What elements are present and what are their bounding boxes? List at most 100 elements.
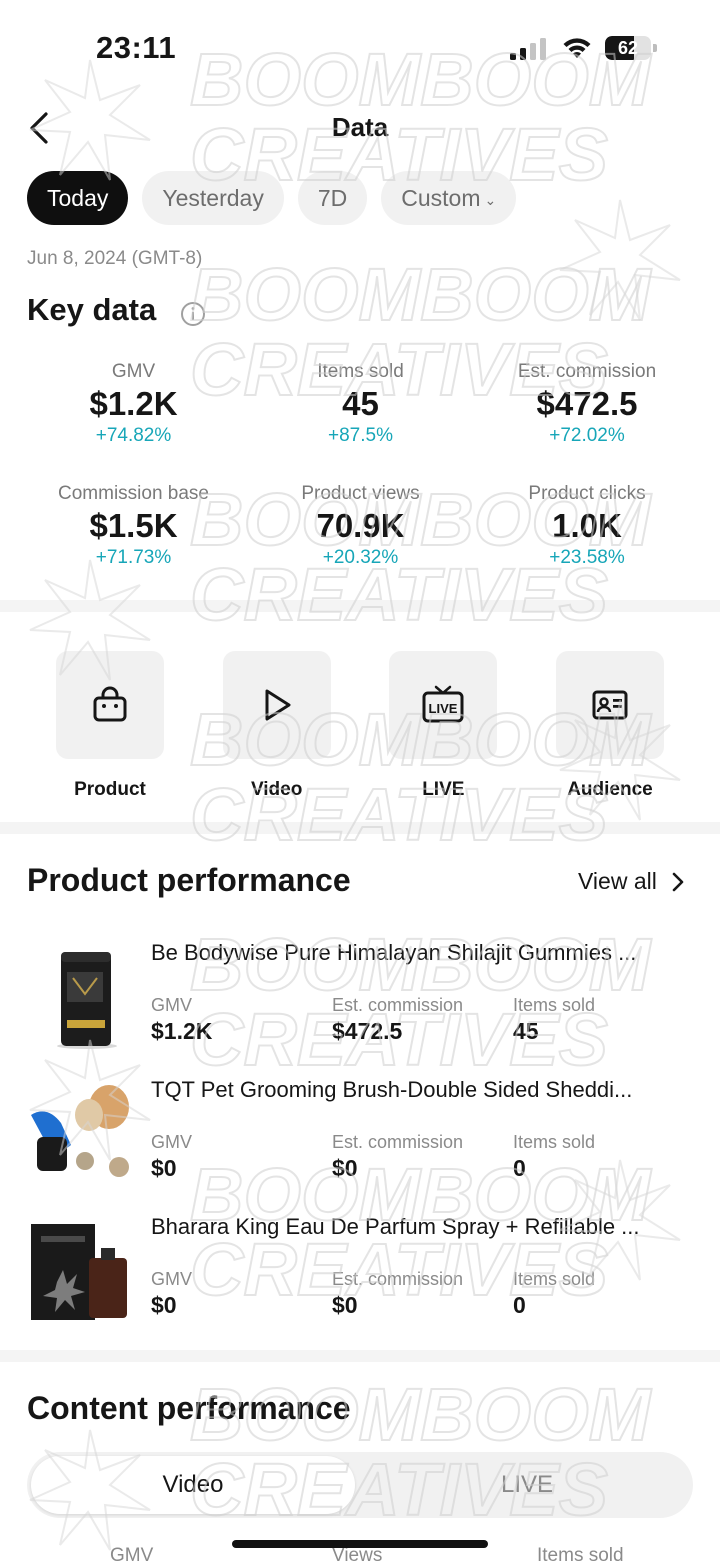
stat-value: $1.2K <box>151 1018 213 1044</box>
section-divider <box>0 1350 720 1362</box>
nav-video-label: Video <box>250 779 303 800</box>
metric-label: Product views <box>301 483 420 504</box>
tab-custom[interactable]: Custom ⌄ <box>381 171 517 225</box>
product-items-sold: Items sold 0 <box>513 1131 595 1183</box>
key-data-title: Key data <box>27 292 157 327</box>
metric-label: Product clicks <box>528 483 646 504</box>
product-items-sold: Items sold 45 <box>513 994 595 1046</box>
metric-value: 45 <box>342 385 379 422</box>
tab-today[interactable]: Today <box>27 171 129 225</box>
play-icon <box>265 689 291 721</box>
view-all-label: View all <box>578 868 657 894</box>
date-range-tabs: Today Yesterday 7D Custom ⌄ <box>27 171 517 225</box>
chevron-down-icon: ⌄ <box>484 191 497 208</box>
product-items-sold: Items sold 0 <box>513 1268 595 1320</box>
cellular-signal-icon <box>510 38 546 60</box>
nav-video[interactable]: Video <box>194 651 360 801</box>
product-commission: Est. commission $0 <box>332 1268 463 1320</box>
metric-commission-base[interactable]: Commission base $1.5K +71.73% <box>20 482 247 580</box>
live-tv-icon: LIVE <box>422 685 464 723</box>
metric-value: 70.9K <box>316 507 405 544</box>
tab-7d[interactable]: 7D <box>297 171 368 225</box>
product-name: TQT Pet Grooming Brush-Double Sided Shed… <box>151 1077 633 1102</box>
product-gmv: GMV $1.2K <box>151 994 212 1046</box>
nav-live-label: LIVE <box>422 779 465 800</box>
tab-7d-label: 7D <box>317 185 348 211</box>
metric-value: 1.0K <box>552 507 622 544</box>
stat-value: $0 <box>332 1155 358 1181</box>
column-gmv: GMV <box>110 1545 154 1561</box>
product-commission: Est. commission $0 <box>332 1131 463 1183</box>
id-card-icon <box>592 690 628 720</box>
metric-gmv[interactable]: GMV $1.2K +74.82% <box>20 360 247 458</box>
section-divider <box>0 822 720 834</box>
nav-tile <box>222 651 331 759</box>
tab-custom-label: Custom <box>401 185 481 211</box>
tab-yesterday[interactable]: Yesterday <box>142 171 284 225</box>
stat-label: Est. commission <box>332 1269 464 1289</box>
metric-change: +71.73% <box>95 547 172 568</box>
tab-video[interactable]: Video <box>31 1456 355 1514</box>
wifi-icon <box>563 38 591 58</box>
metric-est-commission[interactable]: Est. commission $472.5 +72.02% <box>474 360 700 458</box>
metric-change: +72.02% <box>549 425 625 446</box>
metric-change: +23.58% <box>549 547 625 568</box>
chevron-right-icon <box>672 872 684 891</box>
product-row[interactable]: TQT Pet Grooming Brush-Double Sided Shed… <box>27 1067 697 1204</box>
product-thumbnail <box>27 1075 133 1187</box>
metric-label: Items sold <box>317 361 404 382</box>
stat-label: Items sold <box>513 1269 596 1289</box>
stat-value: 0 <box>513 1155 526 1181</box>
metric-change: +20.32% <box>322 547 399 568</box>
tab-today-label: Today <box>47 185 109 211</box>
shopping-bag-icon <box>93 686 127 722</box>
metric-change: +74.82% <box>95 425 172 446</box>
metric-label: GMV <box>111 361 156 382</box>
nav-audience-label: Audience <box>567 779 653 800</box>
metric-value: $1.5K <box>89 507 178 544</box>
metric-label: Commission base <box>58 483 209 504</box>
tab-live[interactable]: LIVE <box>365 1456 689 1514</box>
product-row[interactable]: Bharara King Eau De Parfum Spray + Refil… <box>27 1204 697 1341</box>
section-divider <box>0 600 720 612</box>
stat-value: $472.5 <box>332 1018 403 1044</box>
nav-tile <box>555 651 664 759</box>
status-bar: 23:11 62 <box>0 0 720 100</box>
column-items-sold: Items sold <box>537 1545 624 1561</box>
nav-tile <box>56 651 164 759</box>
battery-level: 62 <box>617 38 639 58</box>
info-icon[interactable] <box>180 301 206 327</box>
stat-label: Est. commission <box>332 995 464 1015</box>
stat-label: Items sold <box>513 995 596 1015</box>
product-thumbnail <box>27 1212 133 1324</box>
date-range-label: Jun 8, 2024 (GMT-8) <box>27 248 203 269</box>
stat-label: GMV <box>151 1269 193 1289</box>
nav-product[interactable]: Product <box>27 651 193 801</box>
metric-change: +87.5% <box>328 425 393 446</box>
product-list: Be Bodywise Pure Himalayan Shilajit Gumm… <box>27 930 697 1341</box>
metric-product-views[interactable]: Product views 70.9K +20.32% <box>247 482 474 580</box>
product-name: Be Bodywise Pure Himalayan Shilajit Gumm… <box>151 940 637 965</box>
product-row[interactable]: Be Bodywise Pure Himalayan Shilajit Gumm… <box>27 930 697 1067</box>
product-thumbnail <box>27 938 133 1050</box>
metric-value: $1.2K <box>89 385 178 422</box>
stat-label: GMV <box>151 995 193 1015</box>
product-name: Bharara King Eau De Parfum Spray + Refil… <box>151 1214 640 1239</box>
page-title: Data <box>331 112 389 142</box>
stat-value: $0 <box>151 1155 177 1181</box>
home-indicator[interactable] <box>232 1540 488 1548</box>
tab-yesterday-label: Yesterday <box>162 185 264 211</box>
nav-live[interactable]: LIVE LIVE <box>360 651 526 801</box>
content-performance-title: Content performance <box>27 1390 351 1426</box>
key-metrics-grid: GMV $1.2K +74.82% Items sold 45 +87.5% E… <box>20 360 700 580</box>
product-gmv: GMV $0 <box>151 1268 192 1320</box>
view-all-link[interactable]: View all <box>578 868 685 895</box>
svg-text:LIVE: LIVE <box>429 701 458 716</box>
metric-product-clicks[interactable]: Product clicks 1.0K +23.58% <box>474 482 700 580</box>
stat-label: Est. commission <box>332 1132 464 1152</box>
nav-audience[interactable]: Audience <box>527 651 693 801</box>
metric-items-sold[interactable]: Items sold 45 +87.5% <box>247 360 474 458</box>
status-time: 23:11 <box>96 30 177 65</box>
nav-tile: LIVE <box>389 651 498 759</box>
metric-label: Est. commission <box>517 361 657 382</box>
